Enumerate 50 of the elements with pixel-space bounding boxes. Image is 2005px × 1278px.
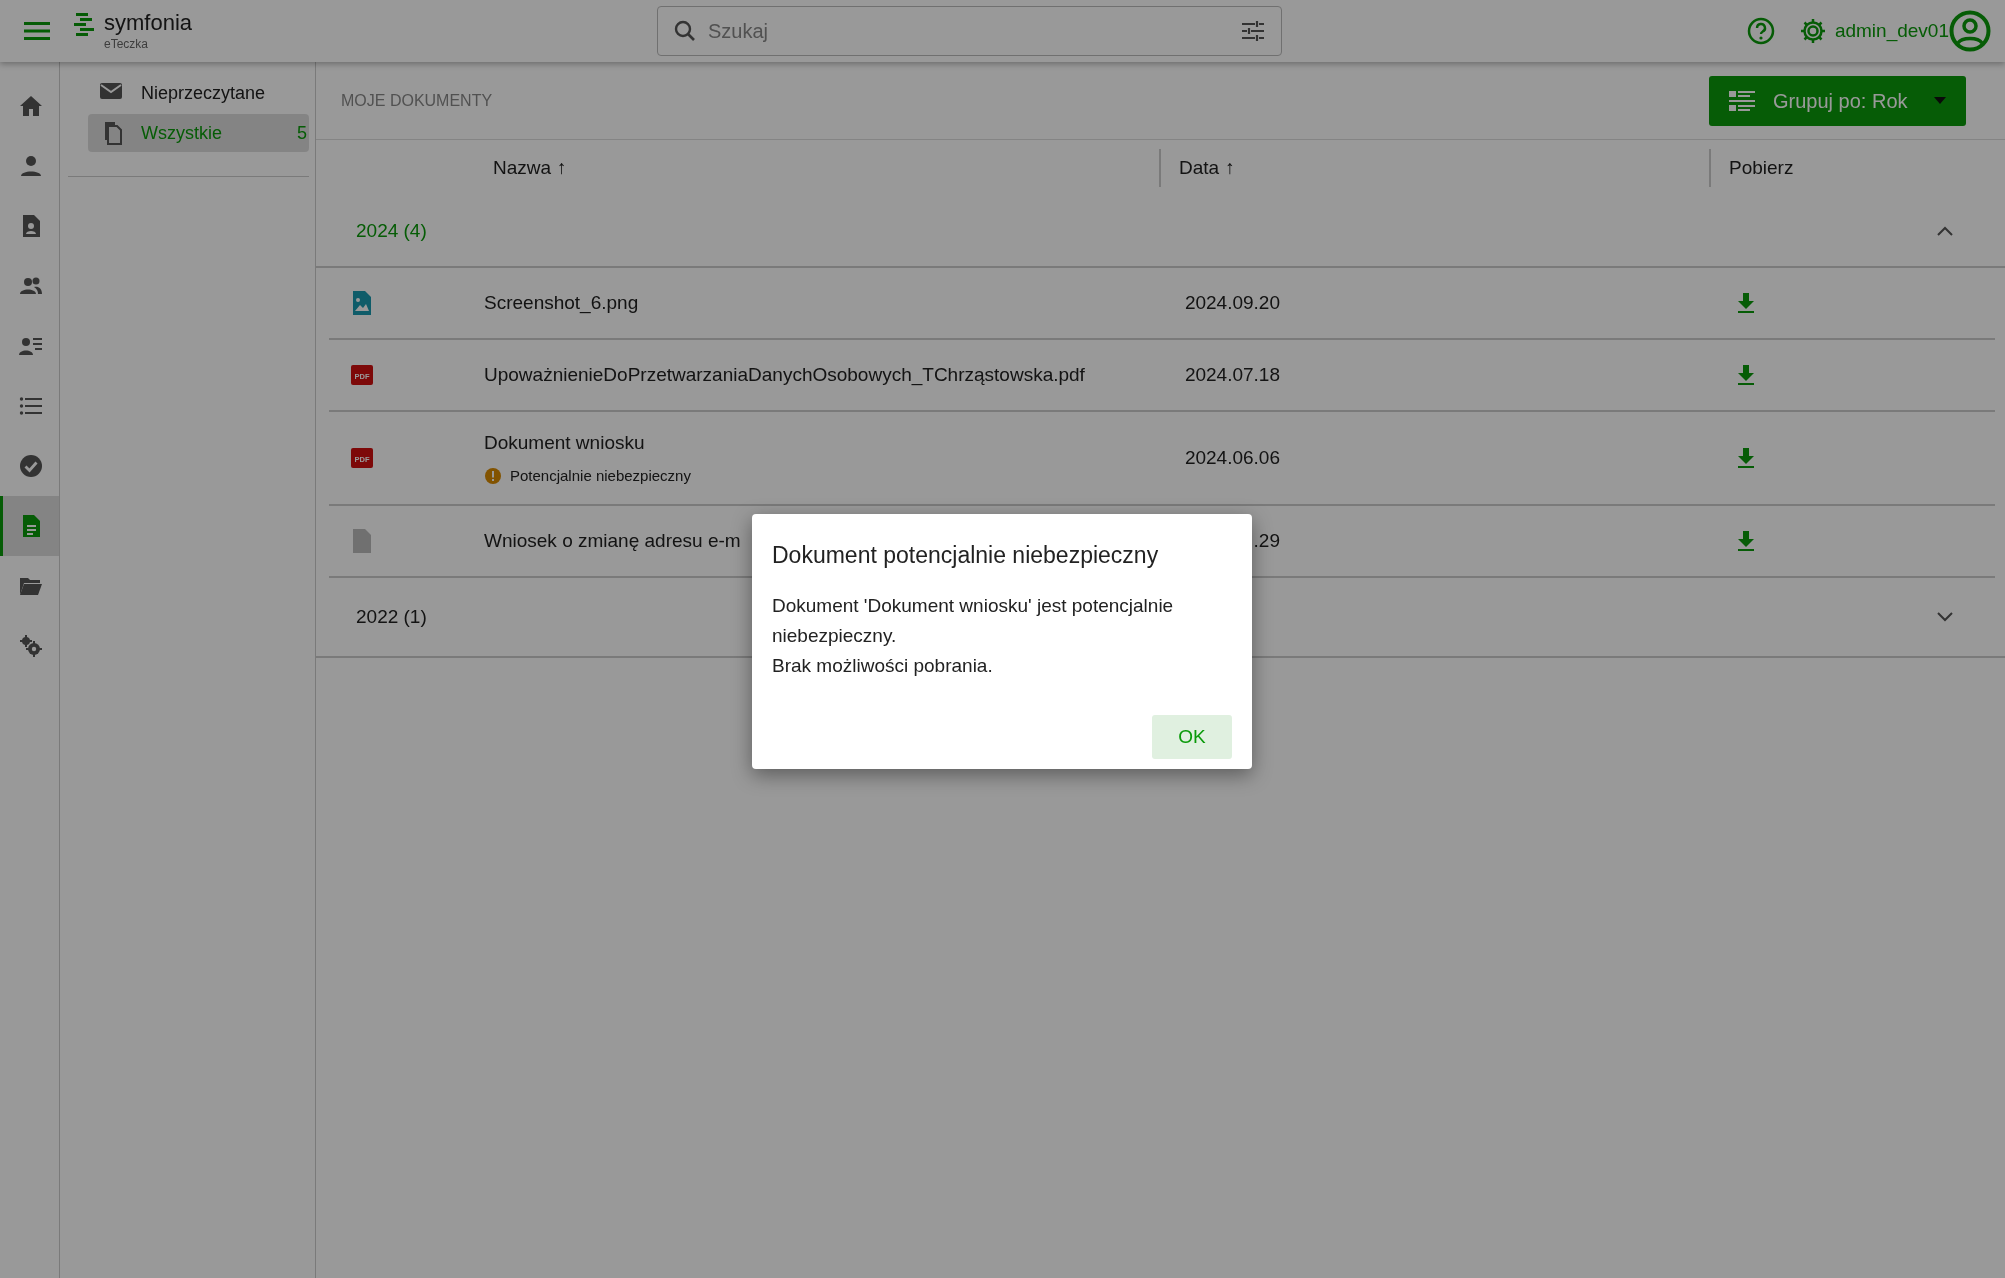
- gears-icon[interactable]: [19, 634, 43, 658]
- chevron-down-icon[interactable]: [1937, 612, 1953, 622]
- column-header[interactable]: Pobierz: [1729, 153, 1794, 183]
- home-icon[interactable]: [19, 94, 43, 118]
- chevron-up-icon[interactable]: [1937, 226, 1953, 236]
- sidebar-label: Wszystkie: [141, 121, 223, 145]
- settings-icon[interactable]: [1798, 17, 1827, 45]
- sort-arrow[interactable]: ↑: [557, 153, 567, 183]
- search-field[interactable]: Szukaj: [656, 6, 1282, 56]
- caret-icon: [1934, 97, 1946, 104]
- app-subtitle: eTeczka: [104, 38, 150, 50]
- download-icon[interactable]: [1737, 531, 1755, 551]
- column-header[interactable]: Nazwa: [493, 153, 552, 183]
- person-icon[interactable]: [19, 154, 43, 178]
- search-input[interactable]: Szukaj: [705, 15, 1231, 47]
- app-name: symfonia: [104, 12, 193, 34]
- column-header[interactable]: Data: [1179, 153, 1220, 183]
- download-icon[interactable]: [1737, 365, 1755, 385]
- date: .29: [1253, 529, 1280, 551]
- search-icon: [673, 20, 696, 42]
- download-icon[interactable]: [1737, 448, 1755, 468]
- section-title: MOJE DOKUMENTY: [341, 90, 493, 111]
- sort-arrow[interactable]: ↑: [1225, 153, 1235, 183]
- count: 5: [297, 121, 307, 145]
- group-label: 2024 (4): [356, 218, 427, 243]
- check-circle-icon[interactable]: [19, 454, 43, 478]
- dialog-message: Dokument 'Dokument wniosku' jest potencjalnie niebezpieczny.: [772, 593, 1175, 648]
- dialog-message: Brak możliwości pobrania.: [772, 653, 994, 678]
- warning-icon: [484, 467, 502, 486]
- list-icon[interactable]: [19, 394, 43, 418]
- image-file-icon: [351, 291, 373, 315]
- date: 2024.06.06: [1184, 446, 1280, 468]
- group-list-icon: [1729, 90, 1755, 111]
- file-name[interactable]: Screenshot_6.png: [484, 288, 1179, 318]
- help-icon[interactable]: [1746, 17, 1775, 45]
- sidebar-label: Nieprzeczytane: [141, 81, 267, 105]
- file-name[interactable]: Dokument wniosku: [484, 428, 1179, 457]
- logo-icon: [74, 12, 96, 36]
- group-label: 2022 (1): [356, 604, 427, 629]
- dialog-title: Dokument potencjalnie niebezpieczny: [772, 541, 1160, 570]
- filter-sliders-icon[interactable]: [1240, 20, 1265, 42]
- date: 2024.09.20: [1184, 291, 1280, 313]
- download-icon[interactable]: [1737, 293, 1755, 313]
- avatar-icon[interactable]: [1949, 10, 1991, 52]
- warning-text: Potencjalnie niebezpieczny: [510, 466, 691, 486]
- sidebar-item[interactable]: Nieprzeczytane: [88, 74, 309, 112]
- menu-icon[interactable]: [24, 21, 50, 41]
- date: 2024.07.18: [1184, 363, 1280, 385]
- file-icon: [351, 529, 373, 553]
- file-name[interactable]: UpoważnienieDoPrzetwarzaniaDanychOsobowych_TChrząstowska.pdf: [484, 360, 1179, 390]
